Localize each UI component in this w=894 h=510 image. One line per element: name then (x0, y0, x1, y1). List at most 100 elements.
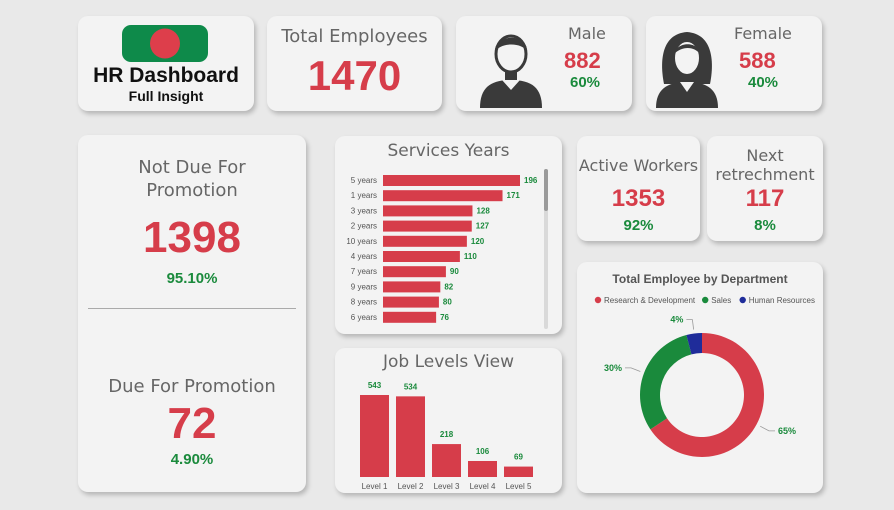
retrenchment-percent: 8% (754, 217, 776, 234)
not-due-value: 1398 (143, 213, 241, 262)
retrenchment-label-line2: retrechment (715, 165, 815, 184)
job-level-category-label: Level 2 (398, 482, 424, 491)
retrenchment-value: 117 (745, 185, 785, 212)
promotion-card: Not Due For Promotion 1398 95.10% Due Fo… (78, 135, 306, 492)
bangladesh-flag-icon (122, 25, 208, 62)
job-level-bar (360, 395, 389, 477)
job-level-bar (396, 396, 425, 477)
active-workers-percent: 92% (623, 217, 654, 234)
department-chart: Research & Development Sales Human Resourc… (594, 296, 815, 457)
job-level-bar (432, 444, 461, 477)
due-value: 72 (167, 399, 217, 448)
services-bar (383, 175, 520, 186)
male-label: Male (568, 24, 606, 43)
services-value-label: 171 (507, 191, 521, 200)
services-bar (383, 235, 467, 247)
active-workers-value: 1353 (611, 185, 666, 212)
services-category-label: 6 years (351, 313, 377, 322)
next-retrenchment-card: Next retrechment 117 8% (707, 136, 823, 241)
total-employees-label: Total Employees (281, 26, 428, 47)
services-bar (383, 220, 472, 232)
job-level-value-label: 106 (476, 447, 490, 456)
services-value-label: 127 (476, 222, 490, 231)
female-card: Female 588 40% (646, 16, 822, 111)
job-level-bar (504, 466, 533, 477)
female-person-icon (656, 32, 718, 108)
brand-card: HR Dashboard Full Insight (78, 16, 254, 111)
flag-disc (150, 28, 180, 59)
services-bar (383, 296, 439, 308)
department-legend-label: Human Resources (749, 296, 815, 305)
job-level-value-label: 69 (514, 453, 523, 462)
due-percent: 4.90% (170, 451, 214, 468)
female-percent: 40% (748, 74, 779, 91)
male-card: Male 882 60% (456, 16, 632, 111)
job-level-value-label: 543 (368, 381, 382, 390)
department-leader-line (686, 319, 695, 330)
services-category-label: 10 years (346, 237, 377, 246)
services-category-label: 1 years (351, 191, 377, 200)
services-years-chart: 5 years 196 1 years 171 3 years 128 2 years 127… (346, 175, 538, 323)
services-bar (383, 266, 446, 278)
services-category-label: 8 years (351, 298, 377, 307)
job-level-category-label: Level 3 (434, 482, 460, 491)
services-value-label: 110 (464, 252, 477, 261)
not-due-label-line1: Not Due For (138, 157, 246, 178)
male-value: 882 (564, 48, 601, 73)
services-category-label: 7 years (351, 267, 377, 276)
not-due-percent: 95.10% (166, 270, 218, 287)
services-bar (383, 205, 473, 217)
services-category-label: 5 years (351, 176, 377, 185)
department-legend-marker (594, 296, 602, 304)
department-legend-label: Sales (711, 296, 731, 305)
job-level-category-label: Level 5 (506, 482, 532, 491)
services-scrollbar-thumb[interactable] (544, 169, 548, 211)
department-slice-label: 4% (670, 315, 683, 325)
services-value-label: 82 (444, 282, 453, 291)
job-levels-chart: 543 Level 1 534 Level 2 218 Level 3 106 Level 4… (360, 381, 533, 491)
retrenchment-label-line1: Next (746, 146, 784, 165)
services-scrollbar[interactable] (544, 169, 548, 329)
job-level-value-label: 218 (440, 430, 454, 439)
services-years-card: Services Years 5 years 196 1 years 171 3 yea… (335, 136, 562, 334)
active-workers-label: Active Workers (578, 156, 699, 175)
services-value-label: 80 (443, 298, 452, 307)
services-value-label: 76 (440, 313, 449, 322)
services-bar (383, 190, 503, 202)
department-leader-line (759, 425, 775, 432)
department-leader-line (625, 367, 641, 372)
services-bar (383, 311, 437, 323)
department-legend-label: Research & Development (604, 296, 696, 305)
services-value-label: 128 (476, 206, 490, 215)
services-years-title: Services Years (387, 141, 510, 161)
male-percent: 60% (570, 74, 601, 91)
male-person-icon (480, 34, 542, 108)
services-value-label: 196 (524, 176, 538, 185)
department-slice-label: 65% (778, 426, 796, 436)
female-label: Female (734, 24, 792, 43)
services-value-label: 90 (450, 267, 459, 276)
services-category-label: 2 years (351, 222, 377, 231)
services-category-label: 9 years (351, 282, 377, 291)
job-levels-card: Job Levels View 543 Level 1 534 Level 2 218 L… (335, 348, 562, 493)
total-employees-card: Total Employees 1470 (267, 16, 442, 111)
total-employees-value: 1470 (307, 52, 402, 99)
services-bar (383, 281, 441, 293)
department-legend-marker (739, 296, 746, 304)
department-slice-label: 30% (604, 363, 622, 373)
job-level-bar (468, 460, 497, 477)
due-label: Due For Promotion (108, 376, 276, 397)
department-legend-marker (702, 296, 709, 304)
services-bar (383, 251, 460, 262)
job-level-category-label: Level 1 (362, 482, 388, 491)
not-due-label-line2: Promotion (146, 180, 238, 201)
promotion-divider (88, 308, 296, 309)
services-value-label: 120 (471, 237, 485, 246)
services-category-label: 3 years (351, 206, 377, 215)
services-category-label: 4 years (351, 252, 377, 261)
female-value: 588 (739, 48, 776, 73)
department-slice (640, 334, 692, 430)
job-level-category-label: Level 4 (470, 482, 496, 491)
dashboard-title: HR Dashboard (93, 64, 239, 87)
job-level-value-label: 534 (404, 382, 418, 391)
